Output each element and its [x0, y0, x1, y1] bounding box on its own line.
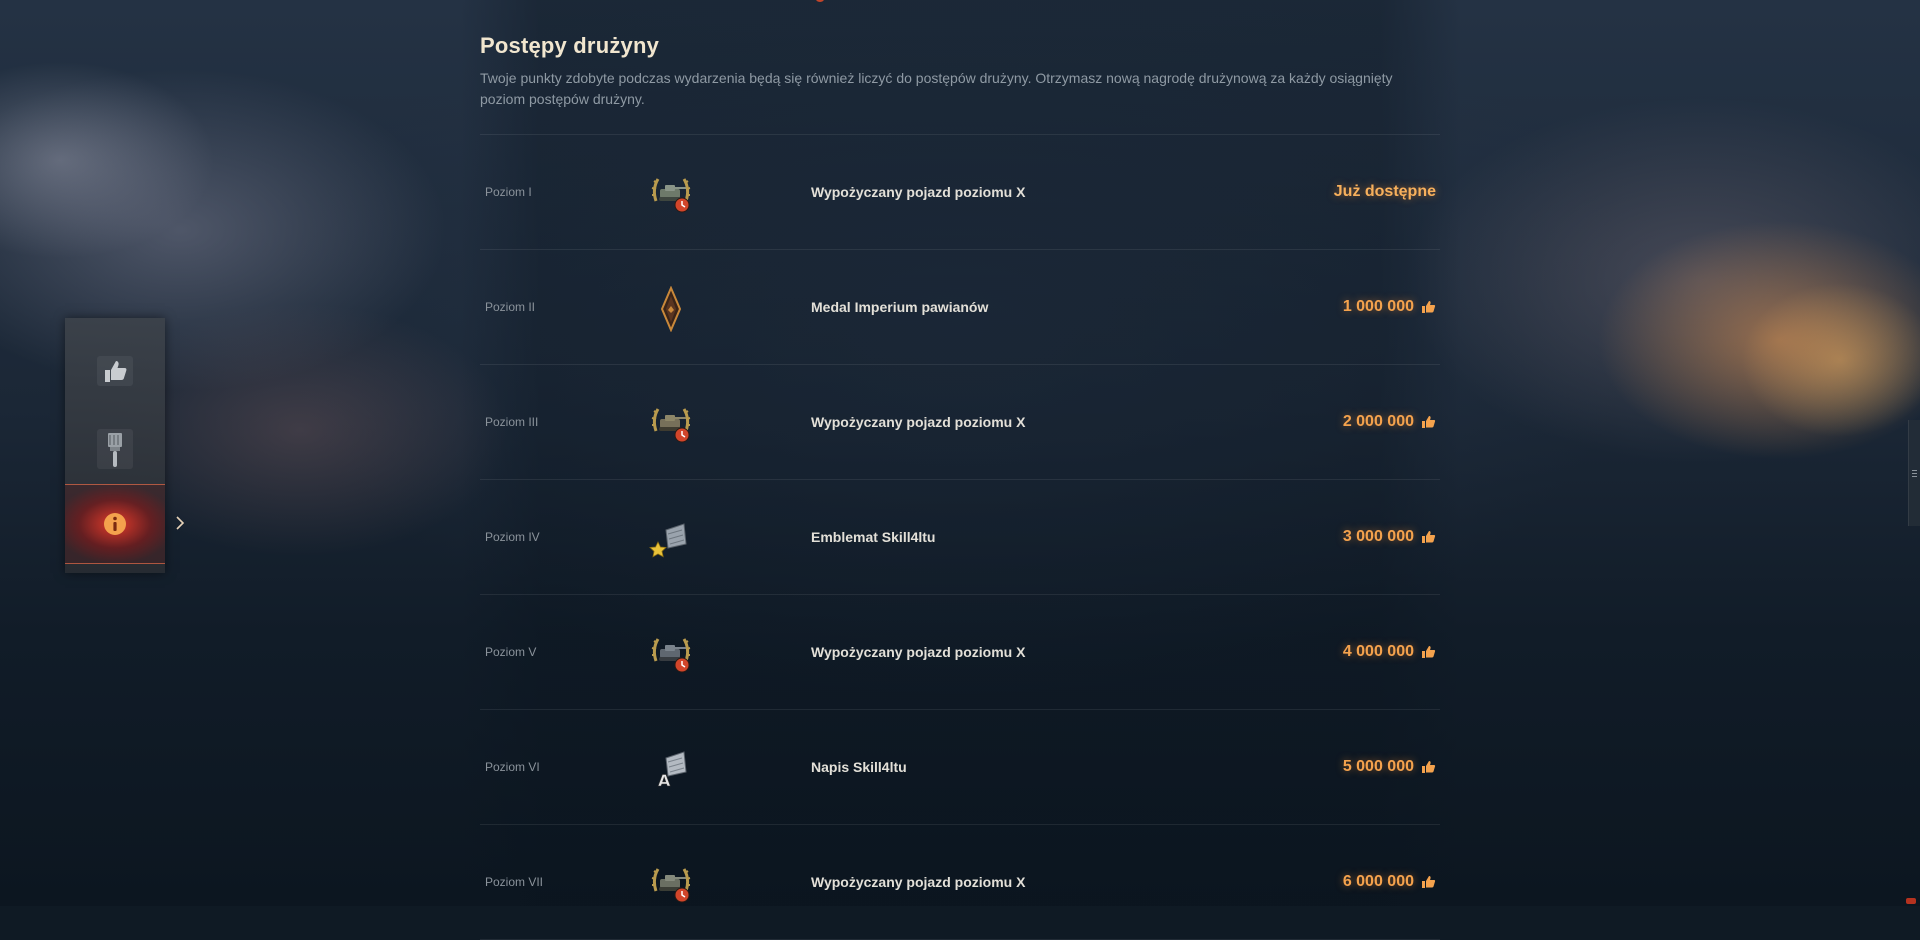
reward-requirement: 2 000 000	[1343, 365, 1436, 479]
reward-name: Wypożyczany pojazd poziomu X	[811, 825, 1025, 939]
scrollbar[interactable]	[1908, 420, 1920, 526]
requirement-text: 2 000 000	[1343, 365, 1414, 479]
requirement-text: 3 000 000	[1343, 480, 1414, 594]
thumbs-up-icon	[1420, 759, 1436, 775]
reward-name: Wypożyczany pojazd poziomu X	[811, 365, 1025, 479]
reward-status: Już dostępne	[1334, 135, 1436, 249]
sidebar-item-info[interactable]	[65, 484, 165, 564]
progress-row-level-6: Poziom VI A Napis Skill4ltu 5 000 000	[480, 710, 1440, 825]
reward-name: Wypożyczany pojazd poziomu X	[811, 135, 1025, 249]
section-description: Twoje punkty zdobyte podczas wydarzenia …	[480, 68, 1420, 110]
medal-icon	[648, 286, 694, 332]
level-label: Poziom VI	[485, 710, 540, 824]
inscription-icon: A	[648, 746, 694, 792]
level-label: Poziom V	[485, 595, 536, 709]
reward-name: Napis Skill4ltu	[811, 710, 907, 824]
requirement-text: 1 000 000	[1343, 250, 1414, 364]
scrollbar-grip[interactable]	[1912, 470, 1917, 471]
reward-requirement: 6 000 000	[1343, 825, 1436, 939]
level-label: Poziom I	[485, 135, 532, 249]
progress-row-level-1: Poziom I Wypożyczany pojazd poziomu X Ju…	[480, 135, 1440, 250]
requirement-text: 5 000 000	[1343, 710, 1414, 824]
svg-text:A: A	[658, 771, 671, 790]
side-navigation	[65, 318, 165, 573]
level-label: Poziom III	[485, 365, 538, 479]
progress-row-level-4: Poziom IV Emblemat Skill4ltu 3 000 000	[480, 480, 1440, 595]
thumbs-up-icon	[1420, 414, 1436, 430]
requirement-text: 4 000 000	[1343, 595, 1414, 709]
page-title: Postępy drużyny	[480, 30, 1440, 62]
requirement-text: Już dostępne	[1334, 135, 1436, 249]
thumbs-up-icon	[1420, 644, 1436, 660]
level-label: Poziom II	[485, 250, 535, 364]
brush-icon	[95, 427, 135, 471]
sidebar-item-brush[interactable]	[65, 410, 165, 488]
progress-row-level-5: Poziom V Wypożyczany pojazd poziomu X 4 …	[480, 595, 1440, 710]
reward-name: Medal Imperium pawianów	[811, 250, 988, 364]
reward-requirement: 1 000 000	[1343, 250, 1436, 364]
level-label: Poziom IV	[485, 480, 540, 594]
progress-list: Poziom I Wypożyczany pojazd poziomu X Ju…	[480, 134, 1440, 940]
reward-requirement: 5 000 000	[1343, 710, 1436, 824]
rental-vehicle-icon	[648, 401, 694, 447]
reward-name: Wypożyczany pojazd poziomu X	[811, 595, 1025, 709]
reward-name: Emblemat Skill4ltu	[811, 480, 935, 594]
thumbs-up-icon	[1420, 529, 1436, 545]
progress-row-level-7: Poziom VII Wypożyczany pojazd poziomu X …	[480, 825, 1440, 940]
level-label: Poziom VII	[485, 825, 543, 939]
reward-requirement: 3 000 000	[1343, 480, 1436, 594]
team-progress-section: Postępy drużyny Twoje punkty zdobyte pod…	[480, 30, 1440, 940]
thumbs-up-icon	[1420, 874, 1436, 890]
reward-requirement: 4 000 000	[1343, 595, 1436, 709]
thumbs-up-icon	[95, 354, 135, 388]
corner-indicator	[1906, 898, 1916, 904]
progress-row-level-2: Poziom II Medal Imperium pawianów 1 000 …	[480, 250, 1440, 365]
info-icon	[102, 511, 128, 537]
thumbs-up-icon	[1420, 299, 1436, 315]
rental-vehicle-icon	[648, 861, 694, 907]
sidebar-item-thumbs-up[interactable]	[65, 332, 165, 410]
rental-vehicle-icon	[648, 631, 694, 677]
emblem-icon	[648, 516, 694, 562]
progress-row-level-3: Poziom III Wypożyczany pojazd poziomu X …	[480, 365, 1440, 480]
rental-vehicle-icon	[648, 171, 694, 217]
chevron-right-icon[interactable]	[174, 513, 186, 533]
requirement-text: 6 000 000	[1343, 825, 1414, 939]
